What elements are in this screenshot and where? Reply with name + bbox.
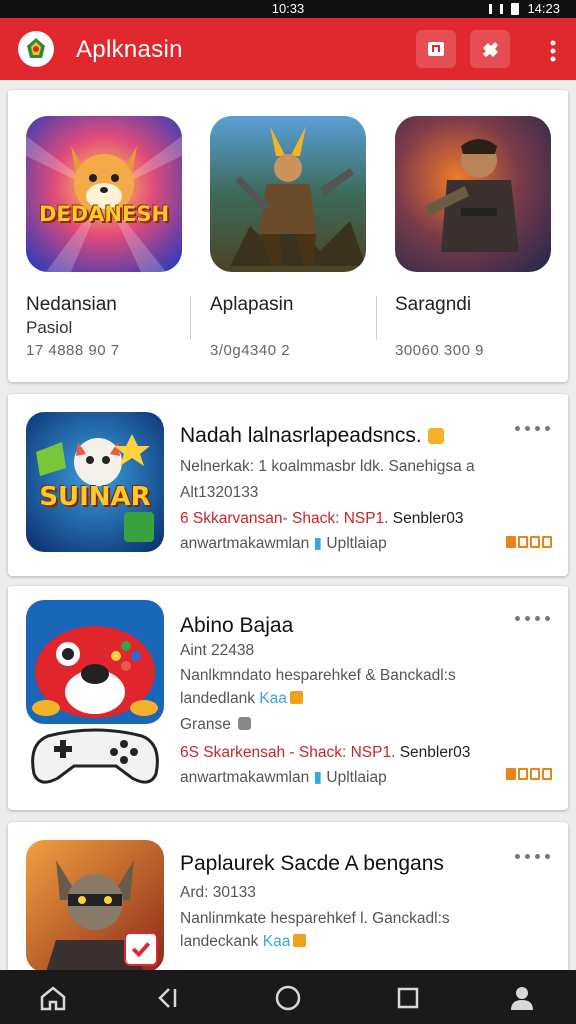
- battery-icon: [511, 2, 520, 15]
- app-2-rating: [506, 768, 552, 780]
- app-3-more-icon[interactable]: [515, 854, 550, 859]
- featured-app-2[interactable]: Aplapasin 3/0g4340 2: [210, 116, 366, 359]
- verified-check-icon: [124, 932, 158, 966]
- app-3-icon: [26, 840, 164, 972]
- featured-app-1-number: 17 4888 90 7: [26, 342, 120, 359]
- home-button[interactable]: [38, 984, 68, 1012]
- featured-app-3-name: Saragndi: [395, 294, 472, 315]
- app-3-meta: Ard: 30133: [180, 884, 256, 901]
- back-button[interactable]: [152, 984, 182, 1012]
- app-list-item-2[interactable]: Abino Bajaa Aint 22438 Nanlkmndato hespa…: [8, 586, 568, 810]
- app-3-meta-2: Nanlinmkate hesparehkef l. Ganckadl:s: [180, 910, 450, 927]
- recents-icon: [397, 987, 419, 1009]
- crown-icon: [427, 428, 444, 444]
- status-right-time: 14:23: [527, 1, 560, 16]
- status-icons: 14:23: [489, 1, 560, 16]
- app-2-icon: [26, 600, 164, 724]
- divider: [376, 296, 377, 340]
- app-1-footer: anwartmakawmlan ▮ Upltlaiap: [180, 535, 387, 552]
- circle-home-button[interactable]: [273, 984, 303, 1012]
- signal-icon: [489, 3, 504, 14]
- recents-button[interactable]: [393, 984, 423, 1012]
- status-bar: 10:33 14:23: [0, 0, 576, 18]
- featured-app-2-number: 3/0g4340 2: [210, 342, 291, 359]
- bottom-nav-bar: [0, 970, 576, 1024]
- tag-icon: ▮: [313, 535, 323, 552]
- gamepad-icon: [31, 728, 159, 784]
- logo-icon[interactable]: [18, 31, 54, 67]
- app-1-more-icon[interactable]: [515, 426, 550, 431]
- back-icon: [158, 988, 177, 1008]
- app-title: Aplknasin: [76, 36, 183, 63]
- app-list-item-1[interactable]: SUINAR Nadah lalnasrlapeadsncs. Nelnerka…: [8, 394, 568, 576]
- home-icon: [40, 986, 66, 1011]
- app-2-title: Abino Bajaa: [180, 614, 294, 637]
- featured-app-2-name: Aplapasin: [210, 294, 294, 315]
- app-2-footer: anwartmakawmlan ▮ Upltlaiap: [180, 769, 387, 786]
- app-1-icon-text: SUINAR: [39, 482, 151, 512]
- featured-app-3-icon: [395, 116, 551, 272]
- app-1-rating: [506, 536, 552, 548]
- featured-app-2-icon: [210, 116, 366, 272]
- app-1-icon: SUINAR: [26, 412, 164, 552]
- featured-app-1-icon: DEDANESH: [26, 116, 182, 272]
- store-button[interactable]: [416, 30, 456, 68]
- shield-icon: [238, 717, 252, 730]
- app-2-more-icon[interactable]: [515, 616, 550, 621]
- tag-icon: ▮: [313, 769, 323, 786]
- store-icon: [428, 42, 444, 56]
- featured-apps-card: DEDANESH Nedansian Pasiol 17 4888 90 7 A…: [8, 90, 568, 382]
- app-list-item-3[interactable]: Paplaurek Sacde A bengans Ard: 30133 Nan…: [8, 822, 568, 982]
- badge-icon: [289, 691, 303, 704]
- featured-app-3[interactable]: Saragndi 30060 300 9: [395, 116, 551, 359]
- more-vert-icon[interactable]: [550, 40, 556, 62]
- app-2-meta-3: landedlank Kaa: [180, 690, 303, 708]
- app-1-title: Nadah lalnasrlapeadsncs.: [180, 424, 444, 448]
- featured-app-1-name: Nedansian: [26, 294, 117, 315]
- puzzle-button[interactable]: [470, 30, 510, 68]
- featured-app-1-icon-text: DEDANESH: [38, 202, 170, 226]
- puzzle-icon: [483, 42, 498, 57]
- circle-home-icon: [275, 985, 301, 1011]
- profile-button[interactable]: [507, 984, 537, 1012]
- featured-app-1-subtitle: Pasiol: [26, 318, 73, 337]
- app-1-promo: 6 Skkarvansan- Shack: NSP1. Senbler03: [180, 510, 464, 527]
- divider: [190, 296, 191, 340]
- app-2-promo: 6S Skarkensah - Shack: NSP1. Senbler03: [180, 744, 471, 761]
- app-3-meta-3: landeckank Kaa: [180, 933, 307, 951]
- featured-app-3-number: 30060 300 9: [395, 342, 484, 359]
- profile-icon: [511, 987, 533, 1010]
- app-bar: Aplknasin: [0, 18, 576, 80]
- app-2-genre: Granse: [180, 716, 252, 734]
- badge-icon: [293, 934, 307, 947]
- featured-app-1[interactable]: DEDANESH Nedansian Pasiol 17 4888 90 7: [26, 116, 182, 359]
- app-2-meta-2: Nanlkmndato hesparehkef & Banckadl:s: [180, 667, 456, 684]
- app-2-meta: Aint 22438: [180, 642, 255, 659]
- app-1-meta: Nelnerkak: 1 koalmmasbr ldk. Sanehigsa a: [180, 458, 475, 475]
- app-3-title: Paplaurek Sacde A bengans: [180, 852, 444, 875]
- app-1-meta-2: Alt1320133: [180, 484, 259, 501]
